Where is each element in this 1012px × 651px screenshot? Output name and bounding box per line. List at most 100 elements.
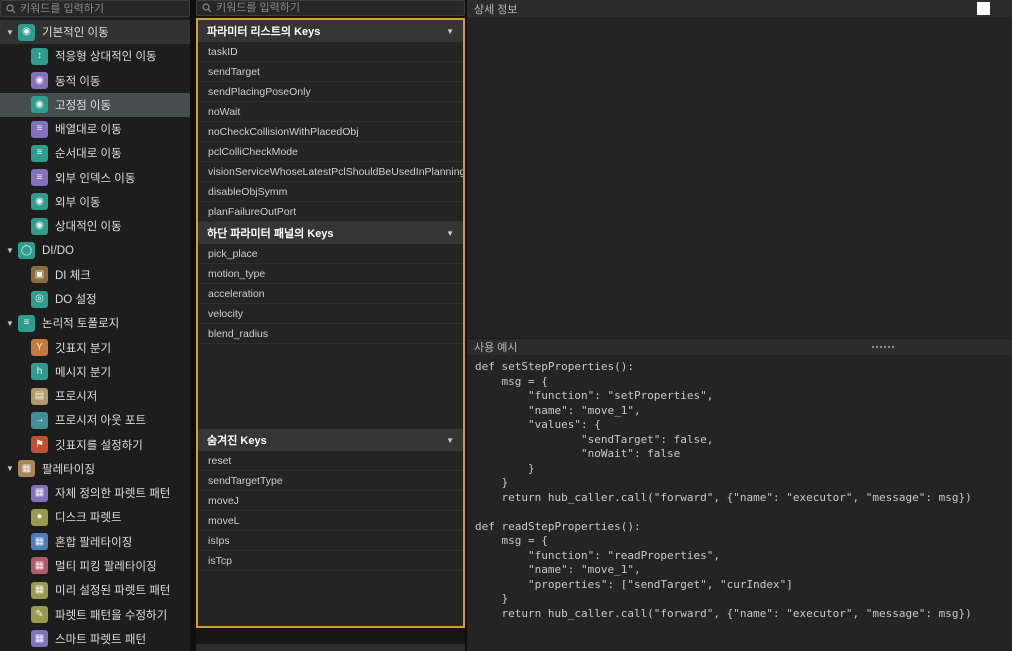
tree-item[interactable]: ◉상대적인 이동 — [0, 214, 190, 238]
tree-group-header[interactable]: ▼≡논리적 토폴로지 — [0, 311, 190, 335]
tree-item[interactable]: ✎ 파렛트 패턴을 수정하기 — [0, 602, 190, 626]
keys-panel: 파라미터 리스트의 Keys ▼ taskIDsendTargetsendPlaci… — [196, 0, 465, 651]
tree-item[interactable]: ≡배열대로 이동 — [0, 117, 190, 141]
tree-item[interactable]: ▦ 혼합 팔레타이징 — [0, 530, 190, 554]
key-item[interactable]: pick_place — [198, 244, 463, 264]
tree-item-label: 자체 정의한 파렛트 패턴 — [55, 485, 170, 501]
tree-item-label: 혼합 팔레타이징 — [55, 534, 132, 550]
expander-icon[interactable]: ▼ — [6, 319, 18, 328]
key-item[interactable]: isTcp — [198, 551, 463, 571]
tree-item-label: 파렛트 패턴을 수정하기 — [55, 607, 167, 623]
keys-section-header[interactable]: 숨겨진 Keys ▼ — [198, 429, 463, 451]
key-item[interactable]: isIps — [198, 531, 463, 551]
sidebar-search[interactable] — [0, 0, 190, 17]
key-item[interactable]: motion_type — [198, 264, 463, 284]
tree-item-label: 스마트 파렛트 패턴 — [55, 631, 146, 647]
keys-section: 숨겨진 Keys▼resetsendTargetTypemoveJmoveLis… — [198, 429, 463, 571]
tree-item-label: 외부 인덱스 이동 — [55, 170, 135, 186]
keys-search[interactable] — [196, 0, 465, 16]
tree-group-header[interactable]: ▼◉기본적인 이동 — [0, 20, 190, 44]
keys-section-title: 숨겨진 Keys — [207, 432, 267, 448]
expander-icon[interactable]: ▼ — [6, 246, 18, 255]
key-item[interactable]: disableObjSymm — [198, 182, 463, 202]
key-item[interactable]: sendPlacingPoseOnly — [198, 82, 463, 102]
tree-group-label: DI/DO — [42, 245, 74, 257]
usage-header: 사용 예시 — [467, 339, 1012, 355]
relative-move-icon: ◉ — [31, 218, 48, 235]
tree-item[interactable]: ◉고정점 이동 — [0, 93, 190, 117]
panel-corner-button[interactable] — [977, 2, 990, 15]
tree-item[interactable]: ◉ 동적 이동 — [0, 69, 190, 93]
chevron-down-icon[interactable]: ▼ — [446, 436, 454, 445]
tree-item[interactable]: ↕적응형 상대적인 이동 — [0, 44, 190, 68]
keys-section-title: 파라미터 리스트의 Keys — [207, 23, 320, 39]
keys-section-title: 하단 파라미터 패널의 Keys — [207, 225, 334, 241]
tree-item-label: DO 설정 — [55, 291, 97, 307]
mixed-palletizing-icon: ▦ — [31, 533, 48, 550]
key-item[interactable]: moveL — [198, 511, 463, 531]
tree-item[interactable]: ≡순서대로 이동 — [0, 141, 190, 165]
tree-item[interactable]: ●디스크 파렛트 — [0, 505, 190, 529]
procedure-icon: ▤ — [31, 388, 48, 405]
tree-group-header[interactable]: ▼▦팔레타이징 — [0, 457, 190, 481]
key-item[interactable]: reset — [198, 451, 463, 471]
chevron-down-icon[interactable]: ▼ — [446, 229, 454, 238]
key-item[interactable]: taskID — [198, 42, 463, 62]
external-index-move-icon: ≡ — [31, 169, 48, 186]
detail-header: 상세 정보 — [467, 0, 1012, 17]
di-do-icon: ◯ — [18, 242, 35, 259]
key-item[interactable]: blend_radius — [198, 324, 463, 344]
expander-icon[interactable]: ▼ — [6, 28, 18, 37]
step-tree: ▼◉기본적인 이동↕적응형 상대적인 이동 ◉ 동적 이동 ◉고정점 이동≡배열대로 … — [0, 17, 190, 651]
tree-item[interactable]: Y깃표지 분기 — [0, 335, 190, 359]
expander-icon[interactable]: ▼ — [6, 464, 18, 473]
tree-item[interactable]: h메시지 분기 — [0, 360, 190, 384]
tree-item-label: 깃표지 분기 — [55, 340, 111, 356]
tree-group-header[interactable]: ▼◯ DI/DO — [0, 238, 190, 262]
tree-item[interactable]: ▦멀티 피킹 팔레타이징 — [0, 554, 190, 578]
keys-list: 파라미터 리스트의 Keys ▼ taskIDsendTargetsendPlaci… — [196, 18, 465, 628]
tree-item[interactable]: ▣DI 체크 — [0, 263, 190, 287]
tree-item[interactable]: ▤프로시저 — [0, 384, 190, 408]
usage-title: 사용 예시 — [474, 339, 518, 355]
key-item[interactable]: noCheckCollisionWithPlacedObj — [198, 122, 463, 142]
splitter-grip[interactable] — [872, 346, 894, 348]
custom-pallet-pattern-icon: ▦ — [31, 485, 48, 502]
key-item[interactable]: noWait — [198, 102, 463, 122]
chevron-down-icon[interactable]: ▼ — [446, 27, 454, 36]
keys-search-input[interactable] — [216, 2, 459, 14]
tree-item[interactable]: ▦ 자체 정의한 파렛트 패턴 — [0, 481, 190, 505]
tree-item[interactable]: →프로시저 아웃 포트 — [0, 408, 190, 432]
key-item[interactable]: sendTarget — [198, 62, 463, 82]
tree-group-label: 논리적 토폴로지 — [42, 315, 119, 331]
key-item[interactable]: moveJ — [198, 491, 463, 511]
key-item[interactable]: acceleration — [198, 284, 463, 304]
partial-section-strip — [196, 644, 465, 651]
keys-section-header[interactable]: 파라미터 리스트의 Keys ▼ — [198, 20, 463, 42]
edit-pallet-pattern-icon: ✎ — [31, 606, 48, 623]
tree-item[interactable]: ◎DO 설정 — [0, 287, 190, 311]
tree-item-label: 적응형 상대적인 이동 — [55, 48, 157, 64]
preset-pallet-pattern-icon: ▦ — [31, 582, 48, 599]
tree-item[interactable]: ⚑깃표지를 설정하기 — [0, 433, 190, 457]
usage-example-code: def setStepProperties(): msg = { "functi… — [467, 355, 1012, 651]
tree-item[interactable]: ▦스마트 파렛트 패턴 — [0, 627, 190, 651]
search-icon — [6, 4, 16, 14]
key-item[interactable]: velocity — [198, 304, 463, 324]
sidebar-search-input[interactable] — [20, 3, 184, 15]
key-item[interactable]: planFailureOutPort — [198, 202, 463, 222]
keys-section-header[interactable]: 하단 파라미터 패널의 Keys ▼ — [198, 222, 463, 244]
tree-item-label: 깃표지를 설정하기 — [55, 437, 143, 453]
key-item[interactable]: sendTargetType — [198, 471, 463, 491]
key-item[interactable]: pclColliCheckMode — [198, 142, 463, 162]
detail-body — [467, 17, 1012, 339]
tree-item[interactable]: ≡ 외부 인덱스 이동 — [0, 166, 190, 190]
procedure-out-port-icon: → — [31, 412, 48, 429]
tree-item-label: 동적 이동 — [55, 73, 101, 89]
tree-item[interactable]: ▦미리 설정된 파렛트 패턴 — [0, 578, 190, 602]
dynamic-move-icon: ◉ — [31, 72, 48, 89]
fixed-point-move-icon: ◉ — [31, 96, 48, 113]
keys-section: 파라미터 리스트의 Keys ▼ taskIDsendTargetsendPlaci… — [198, 20, 463, 222]
key-item[interactable]: visionServiceWhoseLatestPclShouldBeUsedI… — [198, 162, 463, 182]
tree-item[interactable]: ◉외부 이동 — [0, 190, 190, 214]
